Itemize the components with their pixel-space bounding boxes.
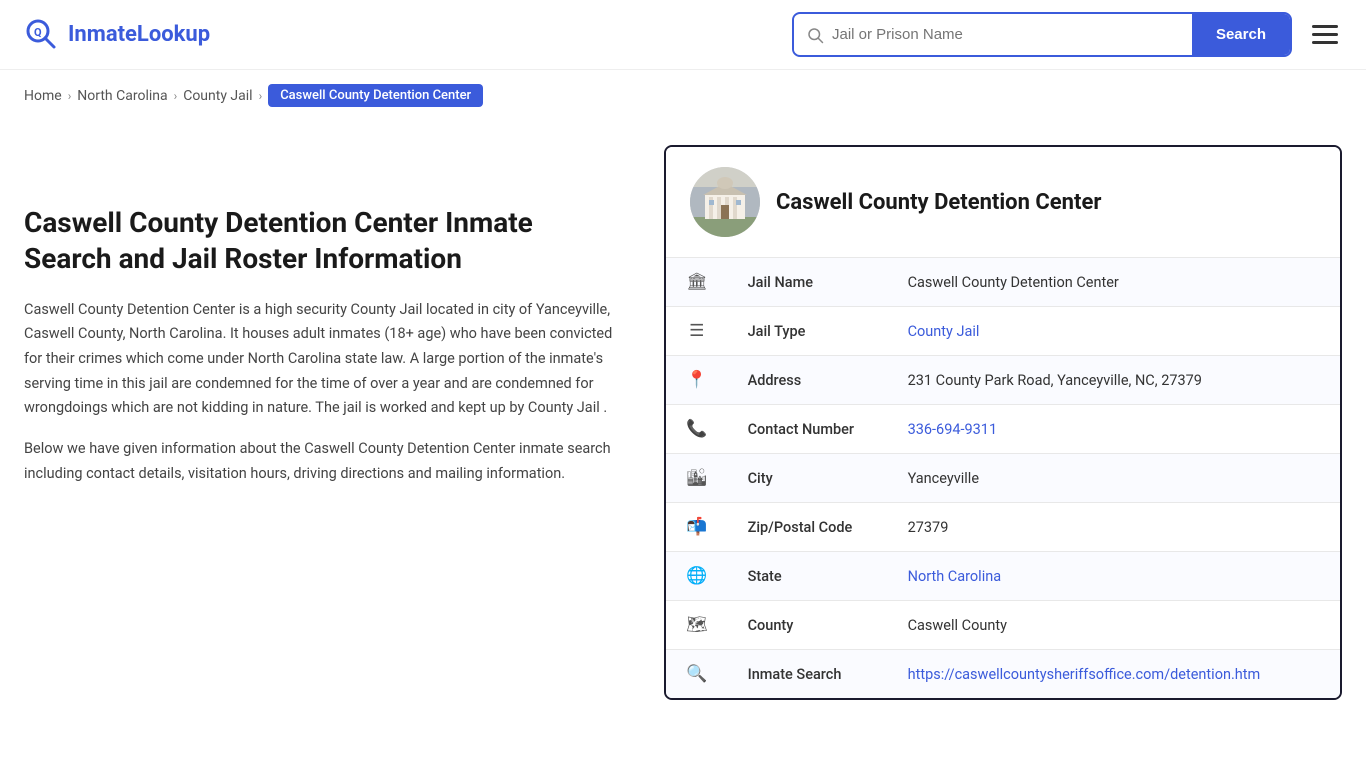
row-icon: 📬	[666, 503, 728, 552]
main-layout: Caswell County Detention Center Inmate S…	[0, 121, 1366, 724]
search-icon	[806, 26, 824, 44]
row-label: Address	[728, 356, 888, 405]
row-value[interactable]: 336-694-9311	[888, 405, 1340, 454]
table-row: 📬Zip/Postal Code27379	[666, 503, 1340, 552]
row-link[interactable]: County Jail	[908, 323, 980, 340]
row-value: Yanceyville	[888, 454, 1340, 503]
breadcrumb-home[interactable]: Home	[24, 88, 62, 104]
facility-avatar	[690, 167, 760, 237]
row-icon: 📍	[666, 356, 728, 405]
search-bar: Search	[792, 12, 1292, 57]
row-label: City	[728, 454, 888, 503]
breadcrumb-chevron-2: ›	[174, 89, 178, 103]
row-icon: 🏙	[666, 454, 728, 503]
table-row: 🔍Inmate Search https://caswellcountysheri…	[666, 650, 1340, 699]
breadcrumb-state[interactable]: North Carolina	[77, 88, 167, 104]
row-label: Jail Type	[728, 307, 888, 356]
card-header: Caswell County Detention Center	[666, 147, 1340, 257]
row-link[interactable]: https://caswellcountysheriffsoffice.com/…	[908, 666, 1261, 683]
row-label: Contact Number	[728, 405, 888, 454]
row-value: Caswell County	[888, 601, 1340, 650]
row-label: County	[728, 601, 888, 650]
table-row: 🗺CountyCaswell County	[666, 601, 1340, 650]
row-label: Zip/Postal Code	[728, 503, 888, 552]
row-icon: 🌐	[666, 552, 728, 601]
page-heading: Caswell County Detention Center Inmate S…	[24, 205, 624, 278]
table-row: 📞Contact Number 336-694-9311	[666, 405, 1340, 454]
hamburger-line-3	[1312, 41, 1338, 44]
left-content: Caswell County Detention Center Inmate S…	[24, 145, 664, 700]
row-value[interactable]: County Jail	[888, 307, 1340, 356]
row-link[interactable]: 336-694-9311	[908, 421, 998, 438]
svg-text:Q: Q	[34, 26, 42, 39]
card-facility-name: Caswell County Detention Center	[776, 190, 1101, 215]
search-input[interactable]	[832, 16, 1180, 53]
hamburger-menu[interactable]	[1308, 21, 1342, 48]
facility-card: Caswell County Detention Center 🏛Jail Na…	[664, 145, 1342, 700]
search-button[interactable]: Search	[1192, 14, 1290, 55]
breadcrumb-chevron-1: ›	[68, 89, 72, 103]
row-value: Caswell County Detention Center	[888, 258, 1340, 307]
row-value[interactable]: https://caswellcountysheriffsoffice.com/…	[888, 650, 1340, 699]
table-row: 📍Address231 County Park Road, Yanceyvill…	[666, 356, 1340, 405]
header-right: Search	[792, 12, 1342, 57]
row-label: State	[728, 552, 888, 601]
logo-text: InmateLookup	[68, 22, 210, 47]
page-description-1: Caswell County Detention Center is a hig…	[24, 298, 624, 421]
breadcrumb: Home › North Carolina › County Jail › Ca…	[0, 70, 1366, 121]
table-row: 🌐State North Carolina	[666, 552, 1340, 601]
row-link[interactable]: North Carolina	[908, 568, 1002, 585]
table-row: 🏛Jail NameCaswell County Detention Cente…	[666, 258, 1340, 307]
logo-link[interactable]: Q InmateLookup	[24, 17, 210, 53]
row-icon: 🏛	[666, 258, 728, 307]
row-label: Jail Name	[728, 258, 888, 307]
row-value[interactable]: North Carolina	[888, 552, 1340, 601]
hamburger-line-1	[1312, 25, 1338, 28]
breadcrumb-type[interactable]: County Jail	[183, 88, 252, 104]
logo-icon: Q	[24, 17, 60, 53]
row-icon: 🔍	[666, 650, 728, 699]
row-icon: 🗺	[666, 601, 728, 650]
info-table: 🏛Jail NameCaswell County Detention Cente…	[666, 257, 1340, 698]
facility-image	[690, 167, 760, 237]
row-value: 27379	[888, 503, 1340, 552]
row-value: 231 County Park Road, Yanceyville, NC, 2…	[888, 356, 1340, 405]
breadcrumb-current: Caswell County Detention Center	[268, 84, 483, 107]
header: Q InmateLookup Search	[0, 0, 1366, 70]
row-label: Inmate Search	[728, 650, 888, 699]
page-description-2: Below we have given information about th…	[24, 437, 624, 486]
hamburger-line-2	[1312, 33, 1338, 36]
row-icon: 📞	[666, 405, 728, 454]
search-input-wrap	[794, 16, 1192, 53]
row-icon: ☰	[666, 307, 728, 356]
breadcrumb-chevron-3: ›	[259, 89, 263, 103]
table-row: 🏙CityYanceyville	[666, 454, 1340, 503]
table-row: ☰Jail Type County Jail	[666, 307, 1340, 356]
